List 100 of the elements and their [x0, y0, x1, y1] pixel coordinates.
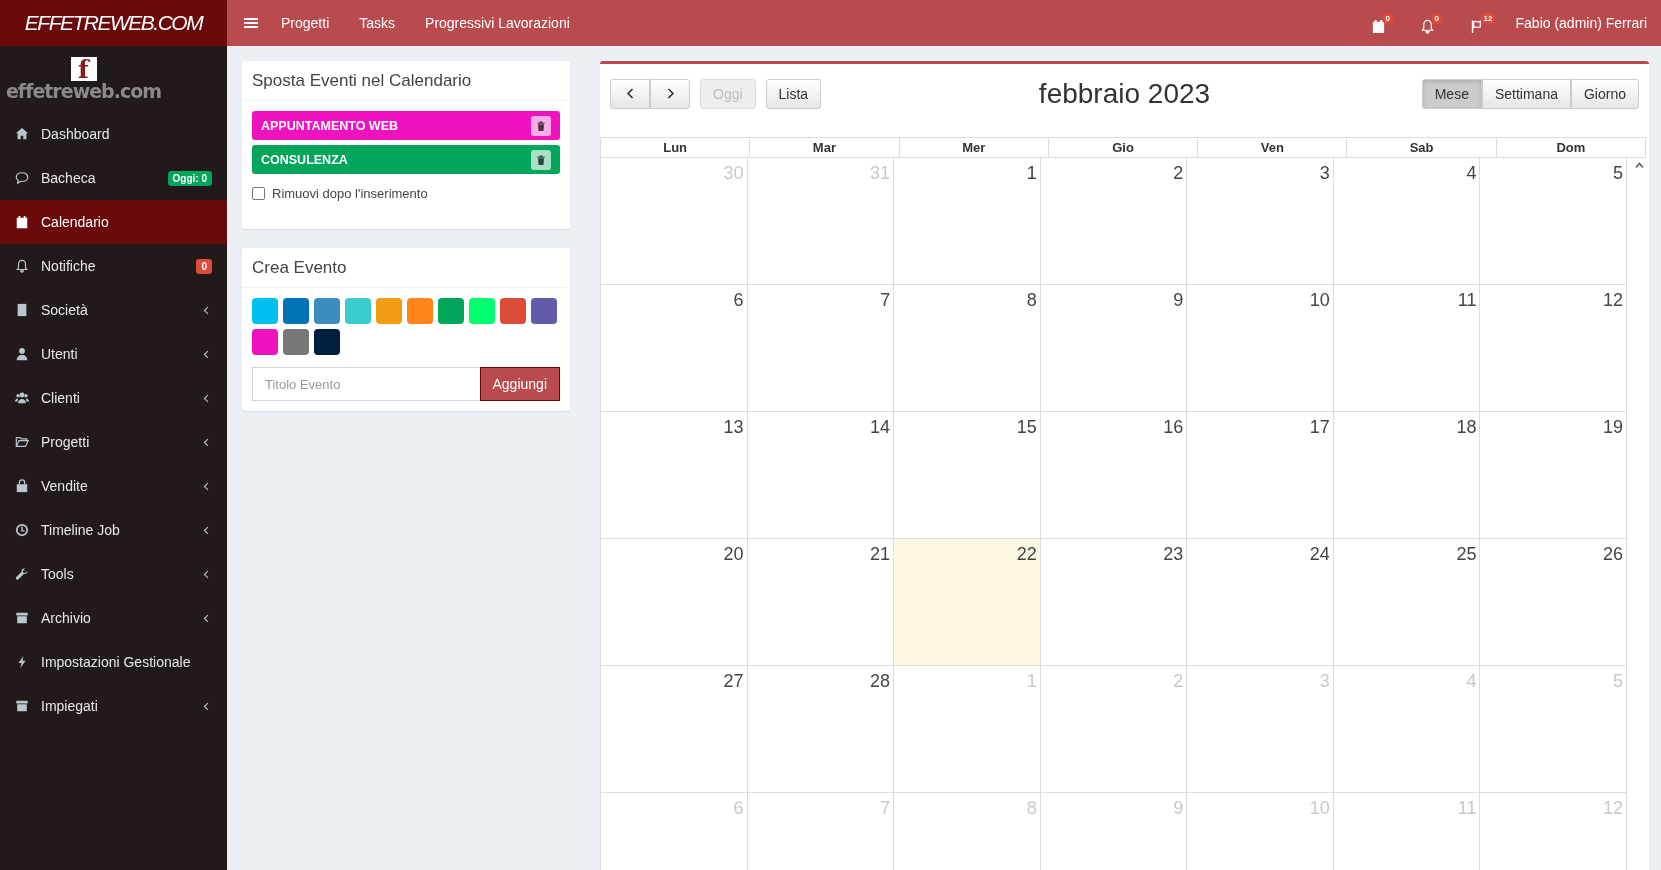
color-swatch[interactable]	[531, 298, 557, 324]
sidebar-item[interactable]: Progetti	[0, 420, 227, 464]
color-swatch[interactable]	[252, 298, 278, 324]
day-number: 27	[723, 670, 745, 692]
day-number: 3	[1319, 162, 1331, 184]
day-cell[interactable]: 10	[1187, 285, 1334, 412]
previous-button[interactable]	[610, 78, 650, 109]
day-number: 10	[1309, 289, 1331, 311]
day-number: 4	[1466, 162, 1478, 184]
color-swatch[interactable]	[469, 298, 495, 324]
calendar-title: febbraio 2023	[1038, 78, 1211, 109]
color-swatch[interactable]	[500, 298, 526, 324]
day-cell[interactable]: 12	[1480, 285, 1627, 412]
color-swatch[interactable]	[283, 329, 309, 355]
sidebar-item[interactable]: Impostazioni Gestionale	[0, 640, 227, 684]
sidebar-item[interactable]: Archivio	[0, 596, 227, 640]
nav-link[interactable]: Progressivi Lavorazioni	[425, 15, 570, 31]
day-number: 19	[1602, 416, 1624, 438]
day-cell[interactable]: 1	[894, 158, 1041, 285]
day-cell[interactable]: 20	[601, 539, 748, 666]
wrench-icon	[15, 567, 29, 581]
color-swatch[interactable]	[283, 298, 309, 324]
sidebar-item[interactable]: Vendite	[0, 464, 227, 508]
day-cell[interactable]: 19	[1480, 412, 1627, 539]
day-cell[interactable]: 27	[601, 666, 748, 793]
day-number: 5	[1612, 162, 1624, 184]
home-icon	[15, 127, 29, 141]
sidebar-item[interactable]: Impiegati	[0, 684, 227, 728]
sidebar-item[interactable]: Notifiche 0	[0, 244, 227, 288]
weekday-header: Mar	[750, 137, 900, 158]
day-number: 16	[1163, 416, 1185, 438]
day-cell[interactable]: 4	[1333, 158, 1481, 285]
sidebar-item[interactable]: Utenti	[0, 332, 227, 376]
scroll-up-icon[interactable]	[1634, 160, 1645, 171]
view-tab[interactable]: Giorno	[1570, 78, 1639, 109]
view-tab[interactable]: Mese	[1421, 78, 1482, 109]
header-icon-button[interactable]: 0	[1368, 10, 1400, 36]
day-number: 14	[870, 416, 892, 438]
bell-icon	[15, 259, 29, 273]
header-icon-button[interactable]: 0	[1417, 10, 1449, 36]
day-cell[interactable]: 7	[747, 285, 895, 412]
checkbox[interactable]	[252, 187, 265, 200]
day-cell[interactable]: 24	[1187, 539, 1334, 666]
color-swatch[interactable]	[314, 298, 340, 324]
day-cell[interactable]: 5	[1480, 158, 1627, 285]
draggable-event[interactable]: APPUNTAMENTO WEB	[252, 111, 560, 140]
day-cell[interactable]: 13	[601, 412, 748, 539]
sidebar-item[interactable]: Calendario	[0, 200, 227, 244]
delete-button[interactable]	[531, 149, 551, 170]
day-cell[interactable]: 22	[894, 539, 1041, 666]
logo-mark: f	[70, 56, 97, 81]
day-cell[interactable]: 26	[1480, 539, 1627, 666]
day-cell[interactable]: 9	[1040, 285, 1188, 412]
bell-icon	[1419, 18, 1435, 34]
color-swatch[interactable]	[376, 298, 402, 324]
panel-title: Crea Evento	[242, 248, 570, 288]
brand-logo[interactable]: EFFETREWEB.COM	[0, 0, 227, 46]
checkbox-label: Rimuovi dopo l'inserimento	[272, 186, 428, 201]
sidebar-item[interactable]: Società	[0, 288, 227, 332]
day-cell[interactable]: 17	[1187, 412, 1334, 539]
color-swatch[interactable]	[252, 329, 278, 355]
sidebar-item[interactable]: Dashboard	[0, 112, 227, 156]
count-badge: 0	[1431, 12, 1442, 24]
color-swatch[interactable]	[314, 329, 340, 355]
count-badge: Oggi: 0	[167, 170, 212, 186]
user-icon	[15, 347, 29, 361]
day-cell[interactable]: 25	[1333, 539, 1481, 666]
list-button[interactable]: Lista	[765, 78, 822, 109]
color-swatch[interactable]	[345, 298, 371, 324]
view-tab[interactable]: Settimana	[1481, 78, 1571, 109]
day-cell[interactable]: 28	[747, 666, 895, 793]
delete-button[interactable]	[531, 115, 551, 136]
folder-icon	[15, 435, 29, 449]
day-cell[interactable]: 11	[1333, 285, 1481, 412]
day-number: 2	[1173, 162, 1185, 184]
day-cell[interactable]: 6	[601, 285, 748, 412]
sidebar-item[interactable]: Tools	[0, 552, 227, 596]
sidebar-item[interactable]: Clienti	[0, 376, 227, 420]
archive-box-icon	[15, 699, 29, 713]
nav-link[interactable]: Progetti	[281, 15, 330, 31]
add-button[interactable]: Aggiungi	[479, 367, 560, 401]
color-swatch[interactable]	[438, 298, 464, 324]
trash-icon	[535, 153, 547, 166]
sidebar-item[interactable]: Timeline Job	[0, 508, 227, 552]
day-cell[interactable]: 3	[1187, 158, 1334, 285]
day-cell[interactable]: 16	[1040, 412, 1188, 539]
day-cell[interactable]: 23	[1040, 539, 1188, 666]
color-swatch[interactable]	[407, 298, 433, 324]
header-icon-button[interactable]: 12	[1466, 10, 1498, 36]
day-number: 17	[1309, 416, 1331, 438]
day-cell[interactable]: 18	[1333, 412, 1481, 539]
nav-link[interactable]: Tasks	[359, 15, 396, 31]
day-number: 11	[1457, 289, 1478, 311]
user-menu[interactable]: Fabio (admin) Ferrari	[1515, 15, 1647, 31]
day-cell[interactable]: 8	[894, 285, 1041, 412]
day-cell[interactable]: 14	[747, 412, 895, 539]
day-cell[interactable]: 2	[1040, 158, 1188, 285]
sidebar-item[interactable]: Bacheca Oggi: 0	[0, 156, 227, 200]
next-button[interactable]	[650, 78, 690, 109]
event-title-field[interactable]: Titolo Evento	[252, 367, 480, 401]
